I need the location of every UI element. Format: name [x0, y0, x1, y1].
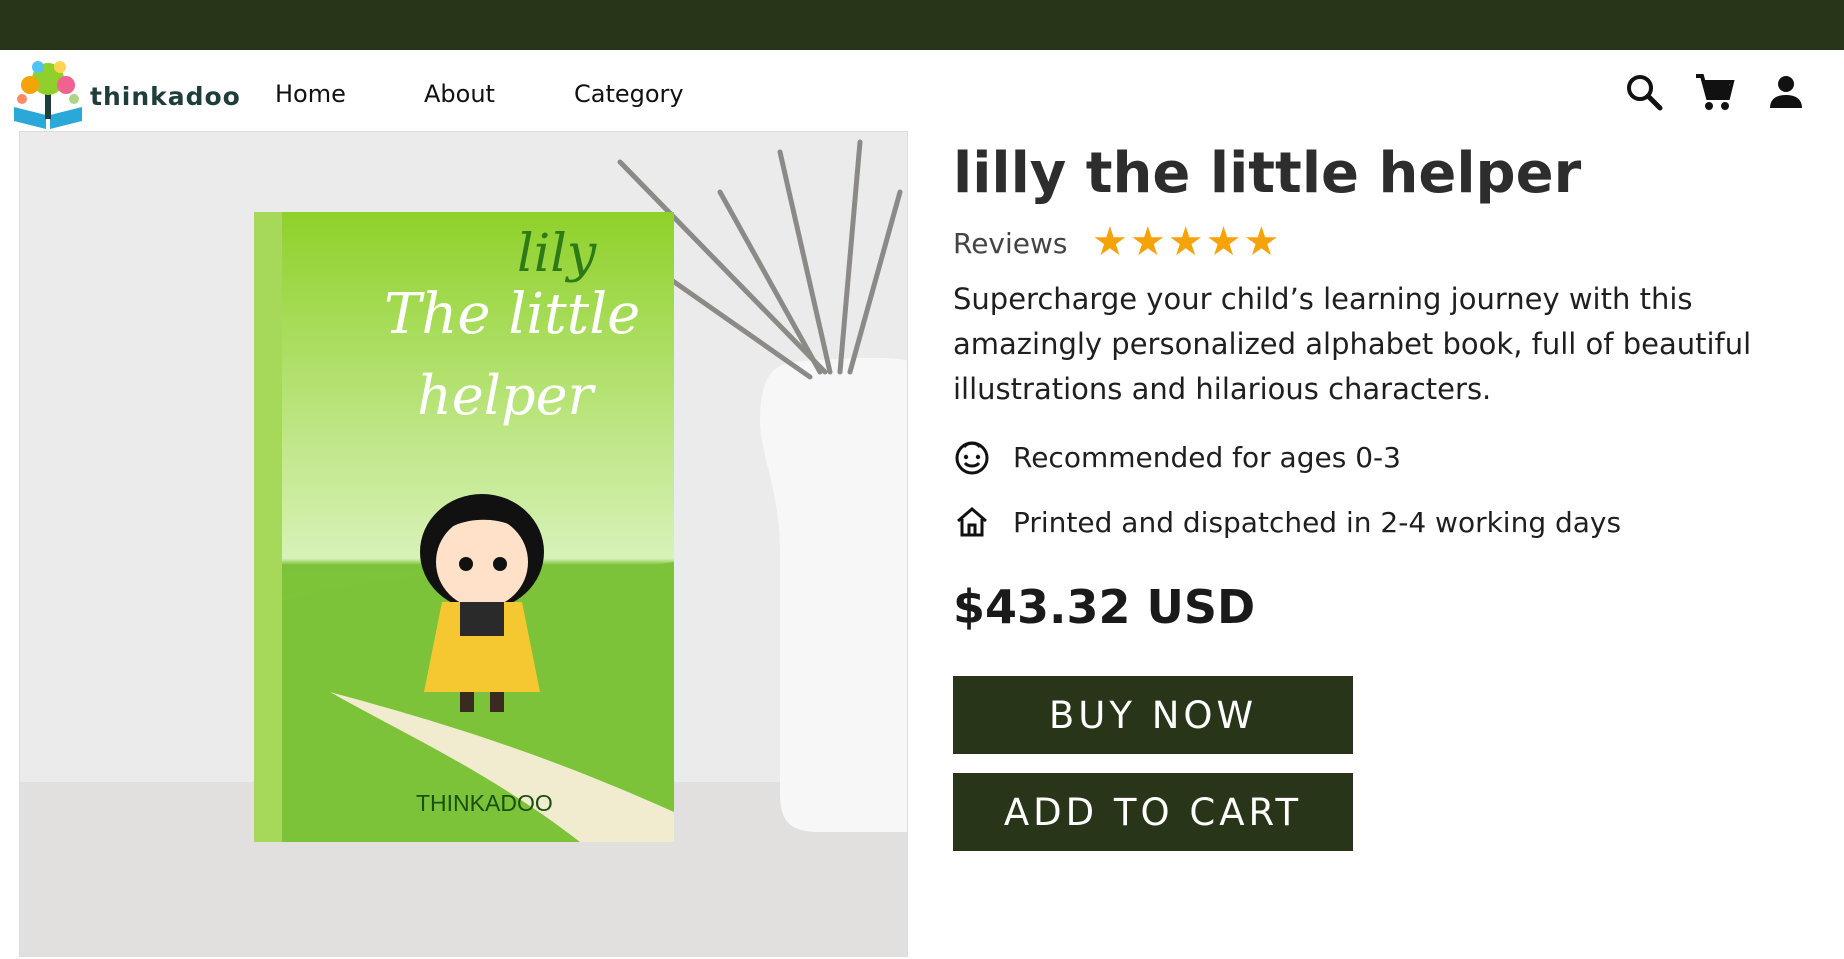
product-image: lily The little helper THINKADOO: [19, 131, 908, 957]
add-to-cart-button[interactable]: ADD TO CART: [953, 773, 1353, 851]
book-publisher: THINKADOO: [416, 790, 553, 816]
brand-name: thinkadoo: [90, 82, 241, 111]
reviews-label[interactable]: Reviews: [953, 227, 1068, 260]
feature-dispatch-text: Printed and dispatched in 2-4 working da…: [1013, 506, 1622, 539]
product-title: lilly the little helper: [953, 141, 1582, 206]
feature-age-text: Recommended for ages 0-3: [1013, 441, 1401, 474]
cart-icon[interactable]: [1692, 70, 1736, 114]
product-price: $43.32 USD: [953, 580, 1256, 634]
brand-logo[interactable]: thinkadoo: [8, 55, 241, 131]
book-title-line2: The little: [384, 282, 641, 347]
top-banner: [0, 0, 1844, 50]
buy-now-button[interactable]: BUY NOW: [953, 676, 1353, 754]
user-icon[interactable]: [1764, 70, 1808, 114]
book-title-line3: helper: [417, 364, 594, 427]
nav-category-link[interactable]: Category: [574, 80, 684, 108]
face-icon: [955, 441, 989, 475]
nav-about-link[interactable]: About: [424, 80, 495, 108]
book-title-line1: lily: [517, 224, 597, 284]
nav-home-link[interactable]: Home: [275, 80, 346, 108]
search-icon[interactable]: [1622, 70, 1666, 114]
home-icon: [957, 507, 987, 537]
tree-book-logo-icon: [14, 61, 82, 129]
product-description: Supercharge your child’s learning journe…: [953, 282, 1752, 406]
rating-stars: ★★★★★: [1092, 219, 1282, 265]
